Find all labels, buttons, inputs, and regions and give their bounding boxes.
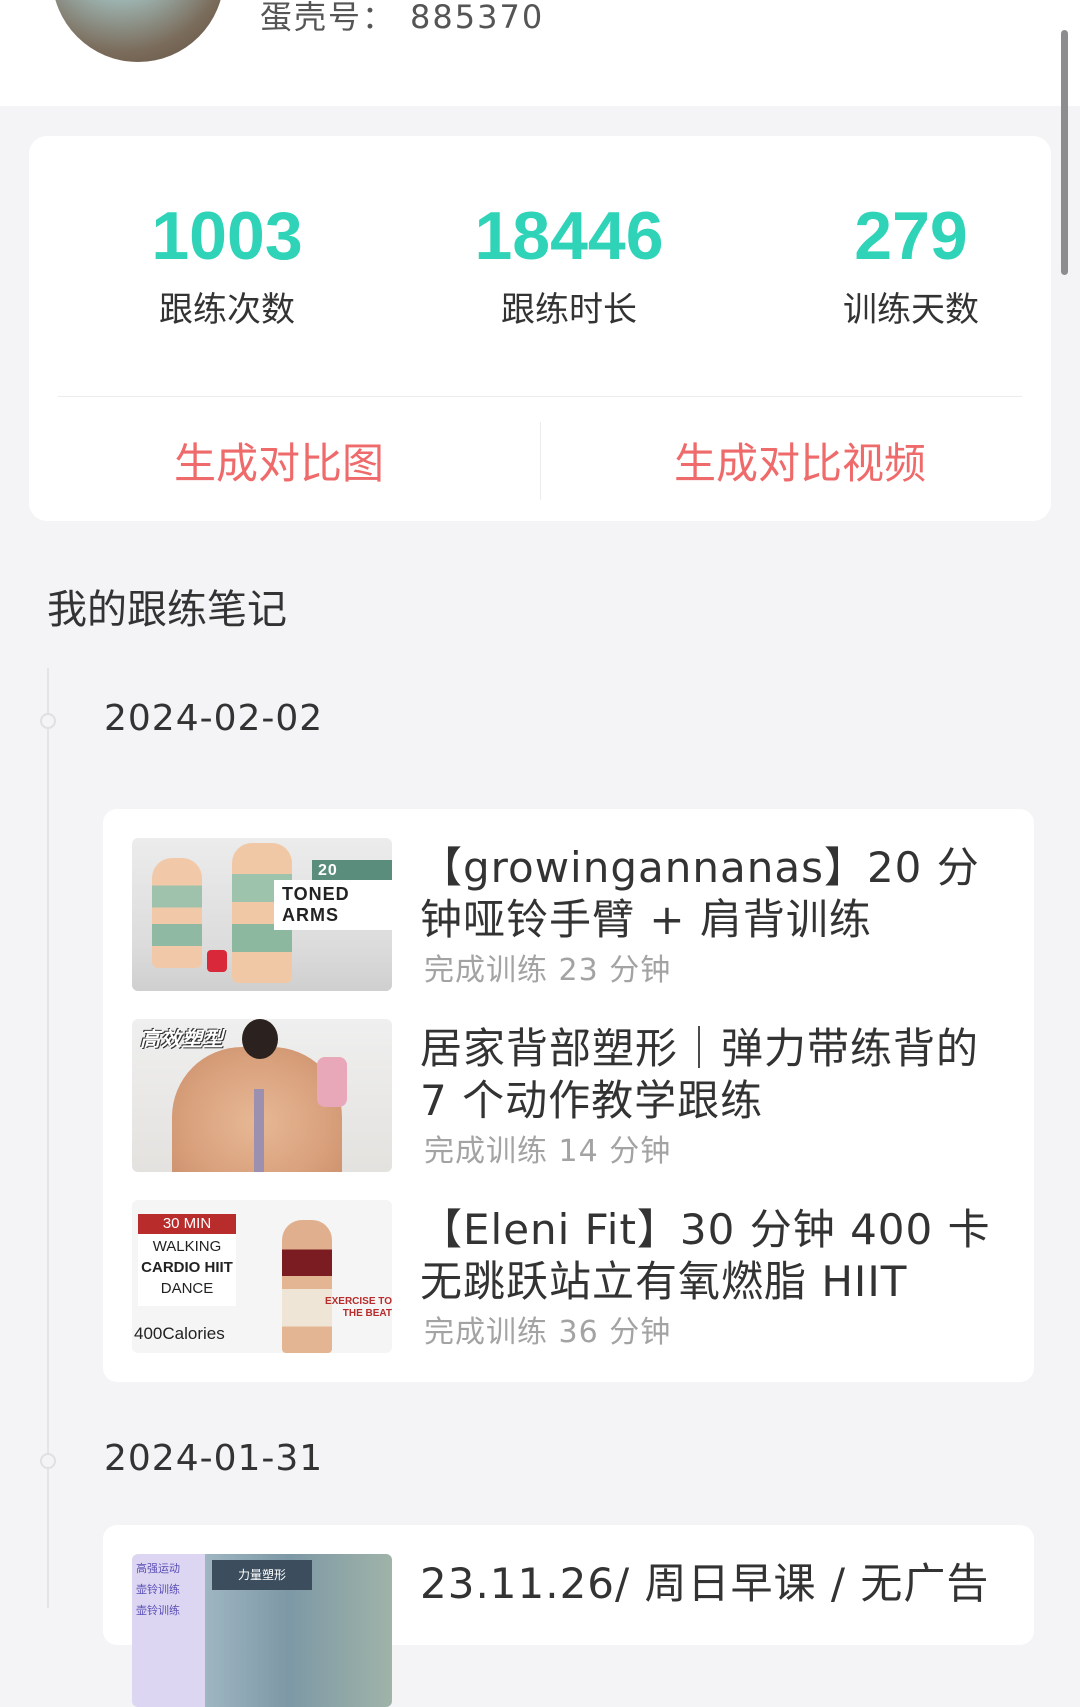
video-thumbnail: 20 MINUTE TONED ARMS: [132, 838, 392, 991]
note-title: 【growingannanas】20 分钟哑铃手臂 + 肩背训练: [420, 843, 980, 944]
thumbnail-text: 高强运动 壶铃训练 壶铃训练: [136, 1558, 206, 1621]
thumbnail-slogan: EXERCISE TO THE BEAT: [324, 1296, 392, 1319]
thumbnail-line: 壶铃训练: [136, 1583, 180, 1596]
note-duration: 完成训练 36 分钟: [424, 1315, 672, 1350]
video-thumbnail: 高强运动 壶铃训练 壶铃训练 力量塑形: [132, 1554, 392, 1707]
video-thumbnail: 高效塑型: [132, 1019, 392, 1172]
timeline-dot: [40, 1453, 56, 1469]
profile-header: 蛋壳号： 885370: [0, 0, 1080, 106]
thumbnail-label: 30 MIN: [138, 1214, 236, 1234]
stat-label: 跟练时长: [501, 290, 637, 330]
thumbnail-line: 高强运动: [136, 1562, 180, 1575]
user-id-value: 885370: [410, 0, 545, 36]
note-duration: 完成训练 14 分钟: [424, 1134, 672, 1169]
notes-card: 20 MINUTE TONED ARMS 【growingannanas】20 …: [103, 809, 1034, 1382]
dumbbell-image: [207, 950, 227, 972]
stat-days: 279 训练天数: [741, 196, 1080, 332]
avatar[interactable]: [52, 0, 224, 62]
thumbnail-badge: TONED ARMS: [274, 880, 392, 930]
stat-label: 训练天数: [843, 290, 979, 330]
list-item[interactable]: 高强运动 壶铃训练 壶铃训练 力量塑形 23.11.26/ 周日早课 / 无广告…: [132, 1554, 1012, 1707]
date-label: 2024-02-02: [104, 698, 324, 739]
note-title: 居家背部塑形｜弹力带练背的 7 个动作教学跟练: [420, 1024, 980, 1125]
list-item[interactable]: 30 MIN WALKING CARDIO HIIT DANCE 400Calo…: [132, 1200, 1012, 1353]
stat-value: 1003: [151, 198, 303, 274]
note-title: 【Eleni Fit】30 分钟 400 卡无跳跃站立有氧燃脂 HIIT: [420, 1205, 991, 1306]
generate-compare-image-button[interactable]: 生成对比图: [29, 432, 529, 496]
stats-card: 1003 跟练次数 18446 跟练时长 279 训练天数 生成对比图 生成对比…: [29, 136, 1051, 521]
note-duration: 完成训练 23 分钟: [424, 953, 672, 988]
person-image: [152, 858, 202, 968]
thumbnail-tag: 高效塑型: [140, 1027, 224, 1051]
stat-value: 279: [854, 198, 968, 274]
section-title: 我的跟练笔记: [47, 587, 287, 633]
thumbnail-calories: 400Calories: [134, 1324, 225, 1343]
note-title: 23.11.26/ 周日早课 / 无广告版 /: [420, 1559, 990, 1608]
thumbnail-label: 力量塑形: [212, 1560, 312, 1590]
divider: [540, 422, 541, 500]
stat-sessions: 1003 跟练次数: [57, 196, 397, 332]
thumbnail-text: WALKING CARDIO HIIT DANCE: [138, 1236, 236, 1299]
stat-label: 跟练次数: [159, 290, 295, 330]
divider: [58, 396, 1022, 397]
strap-image: [254, 1089, 264, 1172]
thumbnail-line: DANCE: [160, 1280, 214, 1297]
user-id-label: 蛋壳号：: [260, 0, 397, 36]
thumbnail-line: 壶铃训练: [136, 1604, 180, 1617]
stat-value: 18446: [474, 198, 664, 274]
generate-compare-video-button[interactable]: 生成对比视频: [550, 432, 1050, 496]
person-image: [242, 1019, 278, 1059]
date-label: 2024-01-31: [104, 1438, 324, 1479]
thumbnail-line: WALKING: [152, 1238, 222, 1255]
user-id: 蛋壳号： 885370: [260, 0, 544, 38]
notes-card: 高强运动 壶铃训练 壶铃训练 力量塑形 23.11.26/ 周日早课 / 无广告…: [103, 1525, 1034, 1707]
list-item[interactable]: 高效塑型 居家背部塑形｜弹力带练背的 7 个动作教学跟练 完成训练 14 分钟: [132, 1019, 1012, 1172]
thumbnail-line: CARDIO HIIT: [141, 1259, 233, 1276]
list-item[interactable]: 20 MINUTE TONED ARMS 【growingannanas】20 …: [132, 838, 1012, 991]
timeline-dot: [40, 713, 56, 729]
person-image: [282, 1220, 332, 1353]
resistance-band-image: [317, 1057, 347, 1107]
stat-duration: 18446 跟练时长: [399, 196, 739, 332]
video-thumbnail: 30 MIN WALKING CARDIO HIIT DANCE 400Calo…: [132, 1200, 392, 1353]
